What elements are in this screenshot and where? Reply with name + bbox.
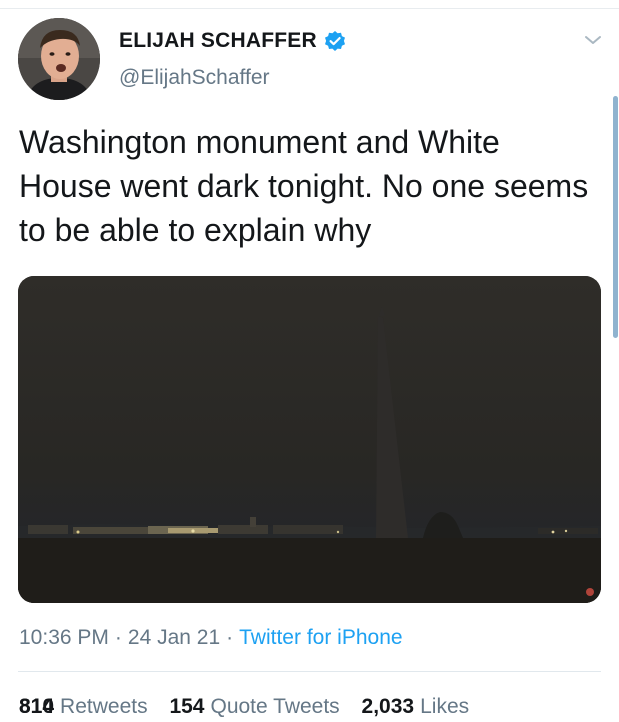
tweet-time[interactable]: 10:36 PM xyxy=(19,626,109,649)
user-handle[interactable]: @ElijahSchaffer xyxy=(119,66,270,90)
tweet-date[interactable]: 24 Jan 21 xyxy=(128,626,220,649)
likes-label: Likes xyxy=(420,695,470,718)
profile-photo xyxy=(18,18,100,100)
scrollbar[interactable] xyxy=(613,96,618,338)
stats-divider xyxy=(18,671,601,672)
retweets-label: Retweets xyxy=(60,695,148,718)
chevron-down-icon[interactable] xyxy=(581,28,605,52)
separator: · xyxy=(114,626,122,649)
retweets-stat[interactable]: 814 810 Retweets xyxy=(19,695,148,719)
tweet-source-link[interactable]: Twitter for iPhone xyxy=(239,626,402,649)
tweet-stats: 814 810 Retweets 154 Quote Tweets 2,033 Li… xyxy=(19,695,485,719)
author-name-row: ELIJAH SCHAFFER xyxy=(119,29,346,53)
like-count: 2,033 xyxy=(361,695,415,718)
retweet-count-overlap: 810 xyxy=(19,695,55,718)
top-divider xyxy=(0,8,619,9)
quote-tweets-label: Quote Tweets xyxy=(210,695,340,718)
tweet-photo[interactable] xyxy=(18,276,601,603)
separator: · xyxy=(226,626,234,649)
verified-badge-icon xyxy=(324,30,346,52)
tweet-text: Washington monument and White House went… xyxy=(19,124,589,248)
display-name[interactable]: ELIJAH SCHAFFER xyxy=(119,29,317,53)
avatar[interactable] xyxy=(18,18,100,100)
quote-tweets-stat[interactable]: 154 Quote Tweets xyxy=(169,695,339,719)
retweet-count: 814 810 xyxy=(19,695,54,719)
likes-stat[interactable]: 2,033 Likes xyxy=(362,695,470,719)
tweet-meta: 10:36 PM · 24 Jan 21 · Twitter for iPhone xyxy=(19,626,403,650)
quote-count: 154 xyxy=(169,695,205,718)
night-monument-photo xyxy=(18,276,601,603)
